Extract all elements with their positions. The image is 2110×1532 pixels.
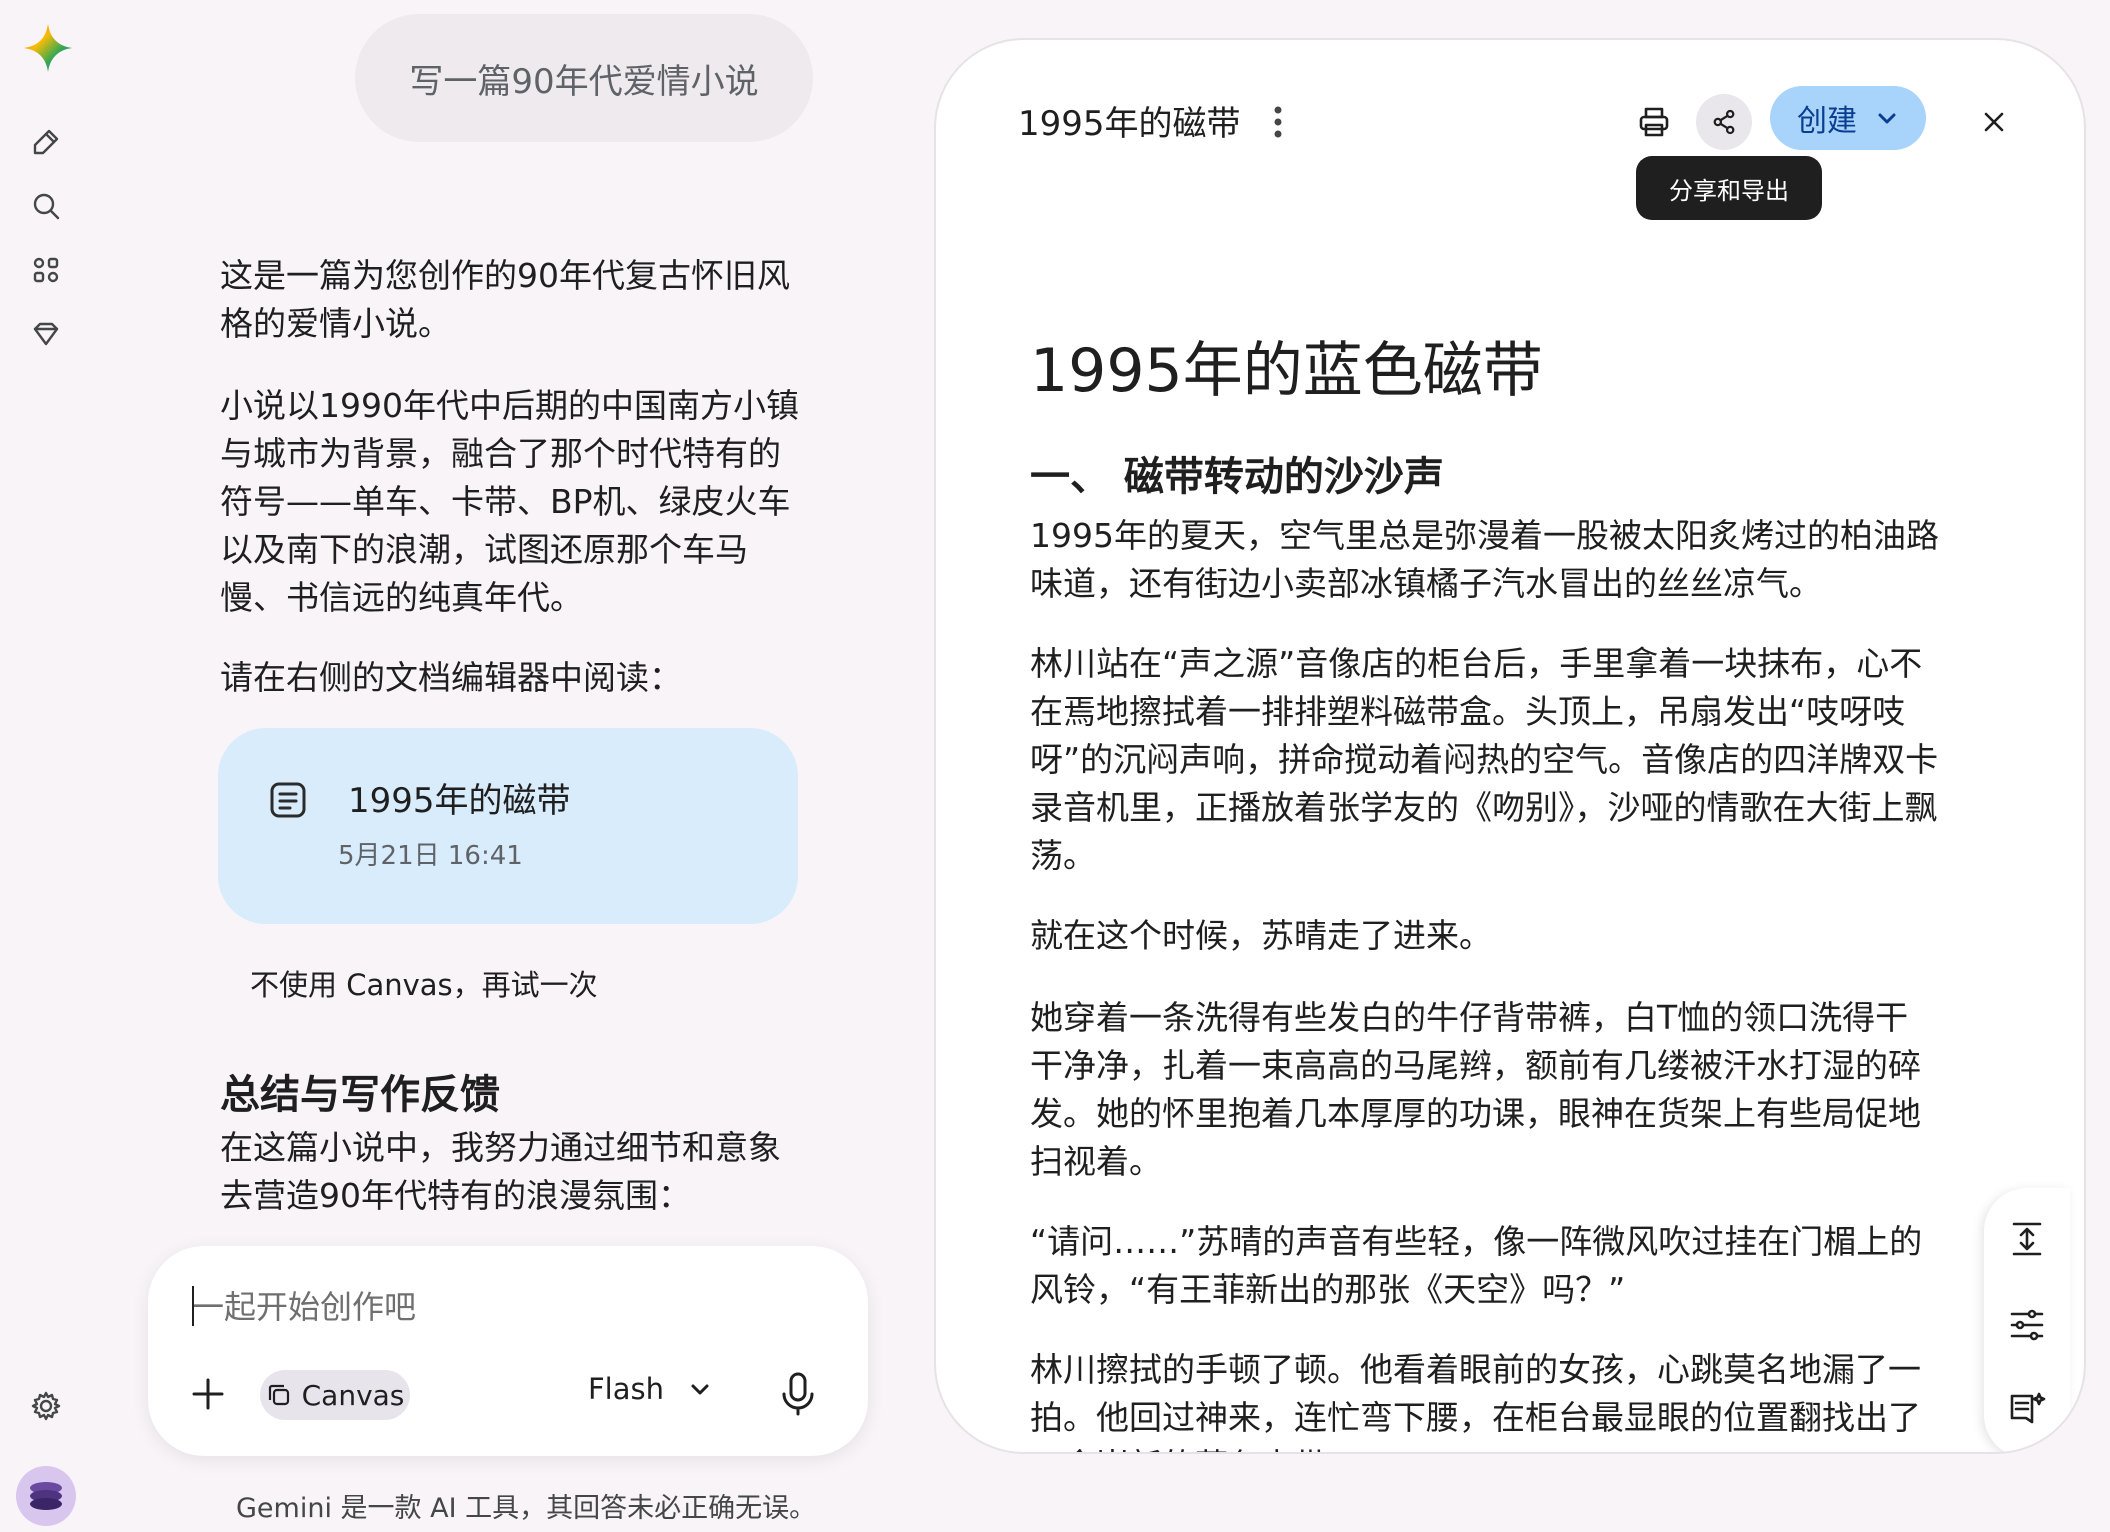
create-label: 创建 [1797,104,1857,139]
document-title[interactable]: 1995年的蓝色磁带 [1030,322,1543,409]
prompt-input[interactable]: 一起开始创作吧 [192,1282,416,1328]
text-caret [192,1286,194,1326]
document-paragraph[interactable]: 林川擦拭的手顿了顿。他看着眼前的女孩，心跳莫名地漏了一拍。他回过神来，连忙弯下腰… [1030,1346,1940,1452]
document-section-heading[interactable]: 一、 磁带转动的沙沙声 [1030,444,1444,502]
canvas-toggle-button[interactable]: Canvas [260,1370,410,1420]
search-icon[interactable] [24,184,68,228]
share-export-button[interactable] [1696,94,1752,150]
canvas-editor-panel: 1995年的磁带 创建 分享和导出 1995年的蓝色磁带 一、 磁带转动的沙沙声… [934,38,2086,1454]
gem-icon[interactable] [24,312,68,356]
document-paragraph[interactable]: 1995年的夏天，空气里总是弥漫着一股被太阳炙烤过的柏油路味道，还有街边小卖部冰… [1030,512,1940,608]
response-intro: 这是一篇为您创作的90年代复古怀旧风格的爱情小说。 [220,256,790,343]
create-button[interactable]: 创建 [1770,86,1926,150]
share-icon [1713,109,1735,135]
prompt-input-box[interactable]: 一起开始创作吧 Canvas Flash [148,1246,868,1456]
document-paragraph[interactable]: “请问……”苏晴的声音有些轻，像一阵微风吹过挂在门楣上的风铃，“有王菲新出的那张… [1030,1218,1940,1314]
retry-without-canvas-link[interactable]: 不使用 Canvas，再试一次 [250,962,598,1004]
summary-text: 在这篇小说中，我努力通过细节和意象去营造90年代特有的浪漫氛围： [220,1128,781,1215]
editor-title: 1995年的磁带 [1018,104,1241,144]
document-paragraph[interactable]: 就在这个时候，苏晴走了进来。 [1030,912,1940,960]
close-icon[interactable] [1970,98,2018,146]
chevron-down-icon [691,1384,709,1395]
document-card-title: 1995年的磁带 [348,781,571,821]
apps-icon[interactable] [24,248,68,292]
avatar[interactable] [16,1466,76,1526]
read-prompt: 请在右侧的文档编辑器中阅读： [220,658,682,697]
add-attachment-button[interactable] [186,1372,230,1416]
document-card-date: 5月21日 16:41 [338,841,523,871]
document-paragraph[interactable]: 林川站在“声之源”音像店的柜台后，手里拿着一块抹布，心不在焉地擦拭着一排排塑料磁… [1030,640,1940,880]
canvas-label: Canvas [301,1378,405,1412]
summary-heading: 总结与写作反馈 [220,1072,500,1118]
editor-side-toolbar [1984,1188,2070,1452]
document-card[interactable]: 1995年的磁带 5月21日 16:41 [218,728,798,924]
more-options-icon[interactable] [1266,102,1290,142]
tune-icon[interactable] [2006,1304,2048,1346]
suggest-edits-icon[interactable] [2006,1388,2048,1430]
microphone-button[interactable] [776,1368,820,1420]
new-chat-icon[interactable] [24,120,68,164]
response-body: 小说以1990年代中后期的中国南方小镇与城市为背景，融合了那个时代特有的符号——… [220,386,799,617]
model-selector[interactable]: Flash [588,1372,712,1406]
model-label: Flash [588,1372,664,1406]
share-tooltip: 分享和导出 [1636,156,1822,220]
document-paragraph[interactable]: 她穿着一条洗得有些发白的牛仔背带裤，白T恤的领口洗得干干净净，扎着一束高高的马尾… [1030,994,1940,1186]
disclaimer: Gemini 是一款 AI 工具，其回答未必正确无误。 [236,1493,817,1524]
user-prompt-bubble: 写一篇90年代爱情小说 [355,14,813,142]
document-icon [264,776,312,824]
print-icon[interactable] [1630,98,1678,146]
gemini-logo-icon[interactable] [20,20,76,76]
chevron-down-icon [1878,113,1896,124]
gear-icon[interactable] [24,1384,68,1428]
canvas-icon [268,1384,289,1406]
adjust-length-icon[interactable] [2006,1218,2048,1260]
